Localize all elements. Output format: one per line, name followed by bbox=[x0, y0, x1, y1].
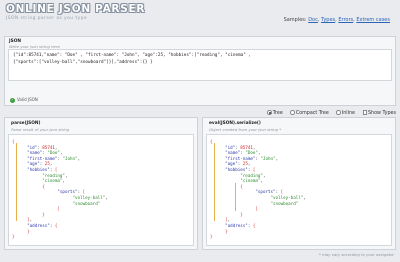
app-logo: ONLINE JSON PARSER bbox=[6, 3, 146, 15]
json-input-textarea[interactable]: {"id":85741,"name": "Doe" , "first-name"… bbox=[8, 49, 392, 81]
validation-text: Valid JSON bbox=[17, 97, 38, 102]
json-input-panel: JSON Write your json string here {"id":8… bbox=[4, 36, 396, 106]
eval-output-panel: eval(JSON).serialize() Object created fr… bbox=[202, 117, 396, 250]
tagline: JSON string parser as you type bbox=[6, 16, 88, 21]
validation-status: ✓ Valid JSON bbox=[10, 97, 38, 103]
sample-link-types[interactable]: Types bbox=[321, 17, 335, 23]
parse-panel-subtitle: Parse result of your json string bbox=[11, 127, 70, 132]
eval-tree-view: { "id": 85741, "name": "Doe", "first-nam… bbox=[206, 134, 392, 246]
check-icon: ✓ bbox=[10, 97, 15, 103]
compact-tree-radio[interactable] bbox=[290, 110, 295, 115]
inline-radio[interactable] bbox=[336, 110, 341, 115]
parse-panel-title: parse(JSON) bbox=[11, 121, 41, 126]
view-option-inline[interactable]: Inline bbox=[336, 110, 355, 116]
footnote: * may vary according to your navigator bbox=[319, 252, 394, 257]
sample-link-doc[interactable]: Doc bbox=[308, 17, 318, 23]
parse-output-panel: parse(JSON) Parse result of your json st… bbox=[4, 117, 198, 250]
sample-link-extreme-cases[interactable]: Extrem cases bbox=[356, 17, 390, 23]
show-types-toggle[interactable]: Show Types bbox=[362, 110, 396, 116]
samples-bar: Samples: Doc, Types, Errors, Extrem case… bbox=[283, 17, 390, 23]
eval-panel-subtitle: Object created from your json string * bbox=[209, 127, 282, 132]
samples-label: Samples: bbox=[283, 17, 307, 23]
eval-panel-title: eval(JSON).serialize() bbox=[209, 121, 261, 126]
parse-tree-view: { "id": 85741, "name": "Doe", "first-nam… bbox=[8, 134, 194, 246]
parse-tree-code: { "id": 85741, "name": "Doe", "first-nam… bbox=[12, 139, 108, 240]
sample-link-errors[interactable]: Errors bbox=[338, 17, 353, 23]
show-types-checkbox[interactable] bbox=[362, 110, 367, 115]
view-option-compact-tree[interactable]: Compact Tree bbox=[290, 110, 329, 116]
eval-tree-code: { "id": 85741, "name": "Doe", "first-nam… bbox=[210, 139, 306, 240]
header: ONLINE JSON PARSER JSON string parser as… bbox=[0, 0, 400, 28]
tree-radio[interactable] bbox=[267, 110, 272, 115]
view-option-tree[interactable]: Tree bbox=[267, 110, 283, 116]
view-options: Tree Compact Tree Inline Show Types bbox=[261, 110, 396, 116]
